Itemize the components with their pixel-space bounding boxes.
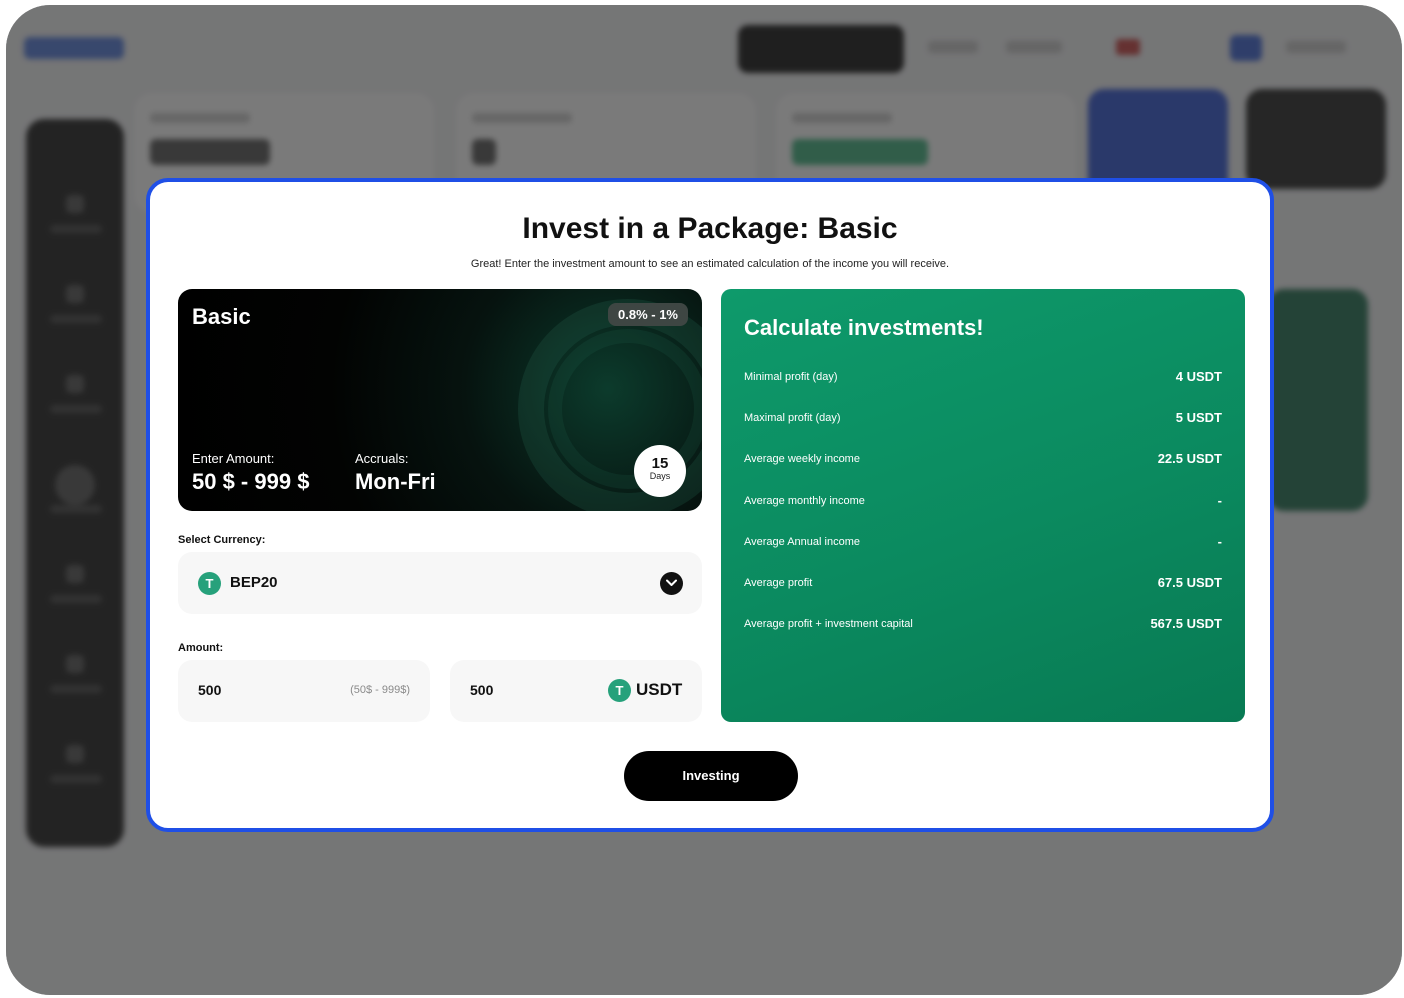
calc-row-value: - [1217,493,1222,508]
calc-row-label: Average monthly income [744,495,865,507]
duration-number: 15 [651,455,669,472]
modal-title: Invest in a Package: Basic [522,212,898,245]
amount-converted-value: 500 [470,682,494,698]
amount-converted-field[interactable]: 500 T USDT [450,660,702,722]
calc-row-label: Maximal profit (day) [744,412,841,424]
amount-input[interactable]: 500 (50$ - 999$) [178,660,430,722]
accruals-value: Mon-Fri [355,469,436,494]
calculator-title: Calculate investments! [744,315,984,340]
calc-row-label: Average Annual income [744,536,860,548]
amount-unit: USDT [636,680,683,699]
chevron-down-icon[interactable] [660,572,683,595]
package-name: Basic [192,304,251,329]
amount-input-value: 500 [198,682,222,698]
investing-button[interactable]: Investing [624,751,798,801]
calc-row-label: Minimal profit (day) [744,371,838,383]
tether-icon: T [608,679,631,702]
calc-row-value: 22.5 USDT [1157,451,1222,466]
package-rate-badge: 0.8% - 1% [608,303,688,326]
duration-badge: 15 Days [634,445,686,497]
amount-range-hint: (50$ - 999$) [350,684,410,696]
calc-row-value: - [1217,534,1222,549]
invest-modal: Invest in a Package: Basic Great! Enter … [146,178,1274,832]
calc-row-label: Average profit + investment capital [744,618,913,630]
duration-unit: Days [649,471,671,481]
calc-row-value: 4 USDT [1175,369,1222,384]
calc-row-value: 67.5 USDT [1157,575,1222,590]
package-card: Basic 0.8% - 1% Enter Amount: 50 $ - 999… [178,289,702,511]
enter-amount-value: 50 $ - 999 $ [192,469,310,494]
enter-amount-label: Enter Amount: [192,451,275,466]
calc-row-value: 567.5 USDT [1150,616,1222,631]
calculator-panel: Calculate investments! Minimal profit (d… [721,289,1245,722]
currency-select[interactable]: T BEP20 [178,552,702,614]
amount-label: Amount: [178,642,224,654]
accruals-label: Accruals: [355,451,409,466]
calc-row-label: Average profit [744,577,813,589]
calc-row-label: Average weekly income [744,453,860,465]
currency-selected: BEP20 [230,574,278,591]
currency-label: Select Currency: [178,534,266,546]
screen-frame: Invest in a Package: Basic Great! Enter … [6,5,1402,995]
calc-row-value: 5 USDT [1175,410,1222,425]
modal-subtitle: Great! Enter the investment amount to se… [470,258,950,270]
tether-icon: T [198,572,221,595]
